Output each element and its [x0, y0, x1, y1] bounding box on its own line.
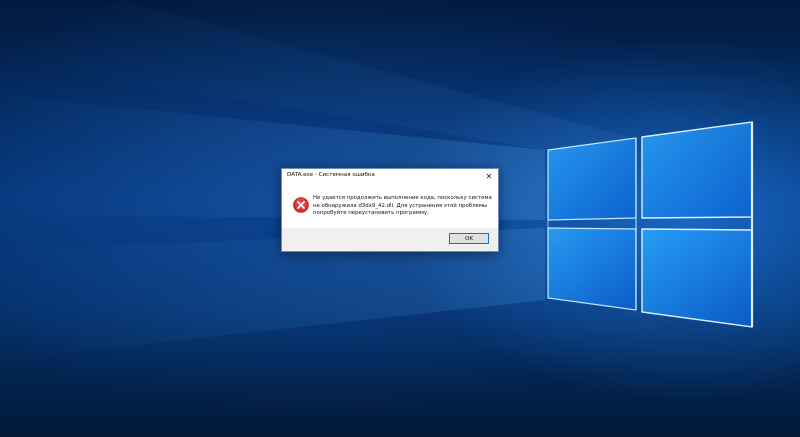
- dialog-title: DATA.exe - Системная ошибка: [287, 172, 375, 178]
- error-icon: [293, 197, 309, 213]
- error-message: Не удается продолжить выполнение кода, п…: [313, 195, 492, 217]
- ok-button[interactable]: OK: [449, 233, 489, 244]
- dialog-titlebar[interactable]: DATA.exe - Системная ошибка ✕: [282, 169, 498, 184]
- close-icon[interactable]: ✕: [480, 169, 498, 184]
- dialog-body: Не удается продолжить выполнение кода, п…: [282, 184, 498, 228]
- dialog-footer: OK: [282, 228, 498, 251]
- error-dialog: DATA.exe - Системная ошибка ✕ Не удается…: [281, 168, 499, 252]
